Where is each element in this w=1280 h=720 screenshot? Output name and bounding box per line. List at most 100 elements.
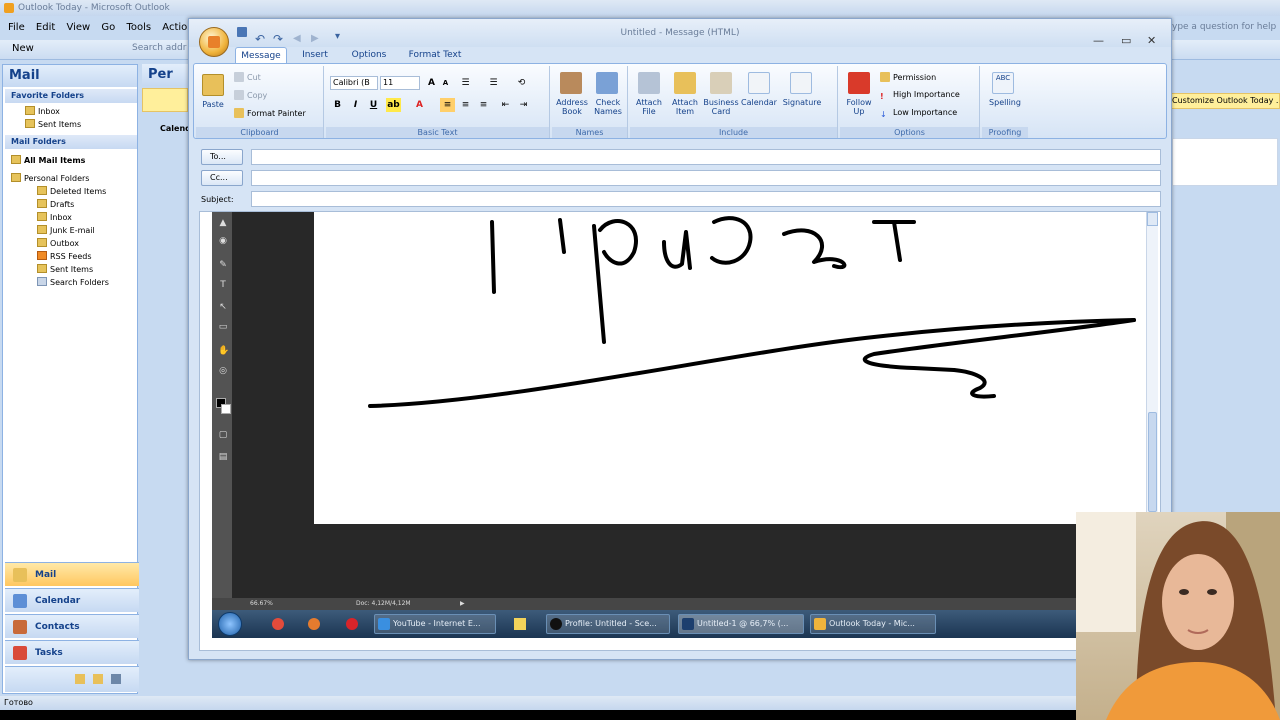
cut-button[interactable]: Cut xyxy=(234,72,261,82)
photoshop-status-bar: 66.67% Doc: 4,12M/4,12M ▶ xyxy=(212,598,1146,610)
align-left-icon[interactable]: ≡ xyxy=(440,98,455,112)
favorite-inbox[interactable]: Inbox xyxy=(25,105,60,118)
task-label: YouTube - Internet E... xyxy=(393,619,481,628)
align-center-icon[interactable]: ≡ xyxy=(458,98,473,112)
scroll-up-arrow-icon[interactable] xyxy=(1147,212,1158,226)
high-importance-button[interactable]: ! High Importance xyxy=(880,90,960,102)
grow-font-icon[interactable]: A xyxy=(424,76,439,90)
cc-field[interactable] xyxy=(251,170,1161,186)
tab-insert[interactable]: Insert xyxy=(295,47,335,63)
cc-button[interactable]: Cc... xyxy=(201,170,243,186)
highlight-icon[interactable]: ab xyxy=(386,98,401,112)
close-icon[interactable]: ✕ xyxy=(1147,27,1156,55)
increase-indent-icon[interactable]: ⇥ xyxy=(516,98,531,112)
format-painter-icon xyxy=(234,108,244,118)
attach-item-button[interactable]: Attach Item xyxy=(668,98,702,116)
nav-button-tasks[interactable]: Tasks xyxy=(5,640,139,664)
menu-file[interactable]: File xyxy=(8,22,25,33)
bullets-icon[interactable]: ☰ xyxy=(458,76,473,90)
task-photoshop[interactable]: Untitled-1 @ 66,7% (... xyxy=(678,614,804,634)
tab-options[interactable]: Options xyxy=(345,47,393,63)
address-book-button[interactable]: Address Book xyxy=(554,98,590,116)
folder-label: Deleted Items xyxy=(50,187,107,196)
qat-dropdown-icon[interactable]: ▾ xyxy=(335,23,340,51)
follow-up-button[interactable]: Follow Up xyxy=(842,98,876,116)
decrease-indent-icon[interactable]: ⇤ xyxy=(498,98,513,112)
clear-formatting-icon[interactable]: ⟲ xyxy=(514,76,529,90)
numbering-icon[interactable]: ☰ xyxy=(486,76,501,90)
italic-icon[interactable]: I xyxy=(348,98,363,112)
mail-folders-header[interactable]: Mail Folders xyxy=(5,135,137,149)
nav-button-contacts[interactable]: Contacts xyxy=(5,614,139,638)
folder-list-icon[interactable] xyxy=(75,674,85,684)
favorite-folders-header[interactable]: Favorite Folders xyxy=(5,89,137,103)
minimize-icon[interactable]: — xyxy=(1093,27,1104,55)
office-button[interactable] xyxy=(199,27,229,57)
spelling-button[interactable]: Spelling xyxy=(984,98,1026,107)
menu-view[interactable]: View xyxy=(66,22,90,33)
shortcuts-icon[interactable] xyxy=(93,674,103,684)
tasks-icon xyxy=(13,646,27,660)
save-icon[interactable] xyxy=(237,27,247,37)
customize-outlook-today-link[interactable]: Customize Outlook Today ... xyxy=(1168,93,1280,109)
shrink-font-icon[interactable]: A xyxy=(438,76,453,90)
folder-search[interactable]: Search Folders xyxy=(37,276,109,289)
journal-icon[interactable] xyxy=(111,674,121,684)
task-screencast[interactable]: Profile: Untitled - Sce... xyxy=(546,614,670,634)
folder-inbox[interactable]: Inbox xyxy=(37,211,72,224)
help-search-input[interactable]: ype a question for help xyxy=(1172,22,1276,32)
font-size-select[interactable]: 11 xyxy=(380,76,420,90)
subject-field[interactable] xyxy=(251,191,1161,207)
search-address-input[interactable]: Search addr xyxy=(132,43,186,53)
inbox-icon xyxy=(25,106,35,115)
opera-icon[interactable] xyxy=(346,618,358,630)
task-youtube[interactable]: YouTube - Internet E... xyxy=(374,614,496,634)
bold-icon[interactable]: B xyxy=(330,98,345,112)
folder-junk[interactable]: Junk E-mail xyxy=(37,224,95,237)
check-names-button[interactable]: Check Names xyxy=(590,98,626,116)
signature-button[interactable]: Signature xyxy=(780,98,824,107)
firefox-icon[interactable] xyxy=(308,618,320,630)
folder-sent[interactable]: Sent Items xyxy=(37,263,93,276)
stroke-letter-r xyxy=(592,219,638,344)
folder-outbox[interactable]: Outbox xyxy=(37,237,79,250)
menu-edit[interactable]: Edit xyxy=(36,22,55,33)
favorite-sent-items[interactable]: Sent Items xyxy=(25,118,81,131)
calendar-button[interactable]: Calendar xyxy=(738,98,780,107)
chrome-icon[interactable] xyxy=(272,618,284,630)
menu-actions[interactable]: Actio xyxy=(162,22,187,33)
nav-button-mail[interactable]: Mail xyxy=(5,562,139,586)
start-button[interactable] xyxy=(218,612,242,636)
to-button[interactable]: To... xyxy=(201,149,243,165)
folder-drafts[interactable]: Drafts xyxy=(37,198,74,211)
folder-deleted-items[interactable]: Deleted Items xyxy=(37,185,106,198)
font-name-select[interactable]: Calibri (B xyxy=(330,76,378,90)
align-right-icon[interactable]: ≡ xyxy=(476,98,491,112)
business-card-button[interactable]: Business Card xyxy=(702,98,740,116)
menu-go[interactable]: Go xyxy=(101,22,115,33)
tab-message[interactable]: Message xyxy=(235,47,287,63)
favorite-sent-label: Sent Items xyxy=(38,120,82,129)
format-painter-button[interactable]: Format Painter xyxy=(234,108,306,118)
tab-format-text[interactable]: Format Text xyxy=(405,47,465,63)
folder-rss[interactable]: RSS Feeds xyxy=(37,250,92,263)
maximize-icon[interactable]: ▭ xyxy=(1121,27,1131,55)
menu-tools[interactable]: Tools xyxy=(126,22,151,33)
font-color-icon[interactable]: A xyxy=(412,98,427,112)
permission-button[interactable]: Permission xyxy=(880,72,936,82)
message-body[interactable]: ▲ ◉ ✎ T ↖ ▭ ✋ ◎ ▢ ▤ 66.67% Doc: 4,12M/4,… xyxy=(199,211,1161,651)
underline-icon[interactable]: U xyxy=(366,98,381,112)
task-outlook[interactable]: Outlook Today - Mic... xyxy=(810,614,936,634)
new-button[interactable]: New xyxy=(12,43,34,54)
nav-button-label: Contacts xyxy=(35,622,80,632)
to-field[interactable] xyxy=(251,149,1161,165)
scroll-thumb[interactable] xyxy=(1148,412,1157,512)
notes-icon[interactable] xyxy=(514,618,526,630)
nav-button-calendar[interactable]: Calendar xyxy=(5,588,139,612)
paste-button[interactable]: Paste xyxy=(198,100,228,109)
copy-button[interactable]: Copy xyxy=(234,90,267,100)
low-importance-button[interactable]: ↓ Low Importance xyxy=(880,108,957,120)
personal-folders[interactable]: Personal Folders xyxy=(11,172,89,185)
all-mail-items[interactable]: All Mail Items xyxy=(11,154,85,167)
attach-file-button[interactable]: Attach File xyxy=(632,98,666,116)
